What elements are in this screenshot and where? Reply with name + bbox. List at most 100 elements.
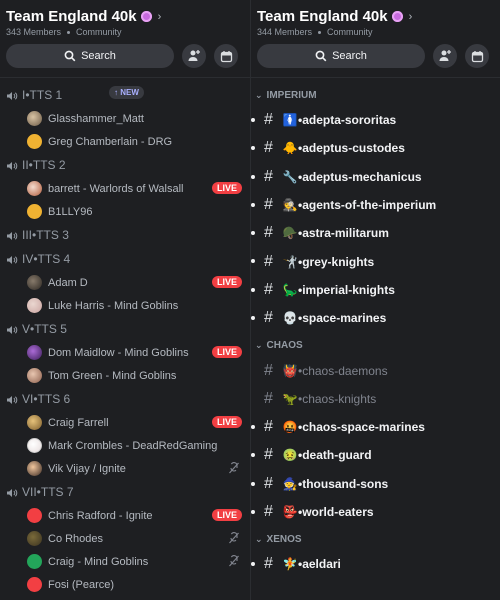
- voice-user[interactable]: Craig - Mind Goblins: [6, 550, 250, 573]
- text-channel[interactable]: # 🦕 •imperial-knights: [251, 276, 500, 304]
- channel-name: •chaos-space-marines: [298, 420, 425, 435]
- new-badge[interactable]: ↑ NEW: [109, 86, 144, 99]
- text-channel[interactable]: # 👺 •world-eaters: [251, 498, 500, 526]
- channel-emoji: 🤢: [282, 448, 298, 463]
- chevron-right-icon[interactable]: ›: [409, 11, 413, 23]
- hash-icon: #: [264, 474, 273, 492]
- category-name: CHAOS: [266, 340, 303, 352]
- text-channel[interactable]: # 🧚 •aeldari: [251, 550, 500, 578]
- voice-user[interactable]: Luke Harris - Mind Goblins: [6, 294, 250, 317]
- text-channel[interactable]: # 🕵 •agents-of-the-imperium: [251, 191, 500, 219]
- voice-user[interactable]: Glasshammer_Matt: [6, 107, 250, 130]
- voice-channel[interactable]: VI•TTS 6: [6, 387, 250, 411]
- voice-user[interactable]: barrett - Warlords of Walsall LIVE: [6, 177, 250, 200]
- voice-channel-name: VI•TTS 6: [22, 392, 71, 406]
- voice-channel-name: VII•TTS 7: [22, 485, 74, 499]
- avatar: [27, 204, 42, 219]
- text-channel[interactable]: # 🦖 •chaos-knights: [251, 385, 500, 413]
- channel-name: •adepta-sororitas: [298, 113, 397, 128]
- voice-user[interactable]: Mark Crombles - DeadRedGaming: [6, 434, 250, 457]
- voice-user[interactable]: Fosi (Pearce): [6, 573, 250, 596]
- text-channel-list: ⌄ IMPERIUM # 🚺 •adepta-sororitas # 🐥 •adeptus-c…: [251, 78, 500, 578]
- category-header[interactable]: ⌄ XENOS: [251, 529, 500, 550]
- voice-channel[interactable]: I•TTS 1 ↑ NEW: [6, 83, 250, 107]
- avatar: [27, 275, 42, 290]
- server-header[interactable]: Team England 40k › 344 Members Community…: [251, 0, 500, 78]
- calendar-icon: [220, 50, 232, 62]
- voice-user[interactable]: Co Rhodes: [6, 527, 250, 550]
- voice-user[interactable]: Greg Chamberlain - DRG: [6, 130, 250, 153]
- invite-button[interactable]: [182, 44, 206, 68]
- voice-user-name: B1LLY96: [48, 205, 93, 218]
- server-header[interactable]: Team England 40k › 343 Members Community…: [0, 0, 250, 78]
- chevron-right-icon[interactable]: ›: [158, 11, 162, 23]
- avatar: [27, 438, 42, 453]
- text-channel[interactable]: # 🧙 •thousand-sons: [251, 470, 500, 498]
- text-channel[interactable]: # 🤬 •chaos-space-marines: [251, 413, 500, 441]
- search-label: Search: [81, 50, 116, 62]
- text-channel[interactable]: # 💀 •space-marines: [251, 304, 500, 332]
- channel-name: •astra-militarum: [298, 226, 389, 241]
- avatar: [27, 181, 42, 196]
- category-header[interactable]: ⌄ CHAOS: [251, 335, 500, 356]
- live-badge[interactable]: LIVE: [211, 182, 242, 194]
- voice-channel[interactable]: III•TTS 3: [6, 223, 250, 247]
- server-name[interactable]: Team England 40k: [6, 8, 137, 25]
- text-channel[interactable]: # 🚺 •adepta-sororitas: [251, 106, 500, 134]
- search-icon: [315, 50, 327, 62]
- text-channel[interactable]: # 🔧 •adeptus-mechanicus: [251, 163, 500, 191]
- voice-user[interactable]: Craig Farrell LIVE: [6, 411, 250, 434]
- mute-icon: [228, 462, 240, 474]
- live-badge[interactable]: LIVE: [211, 509, 242, 521]
- voice-channel[interactable]: VII•TTS 7: [6, 480, 250, 504]
- hash-icon: #: [264, 139, 273, 157]
- avatar: [27, 508, 42, 523]
- unread-indicator: [251, 259, 255, 264]
- live-badge[interactable]: LIVE: [211, 416, 242, 428]
- speaker-icon: [6, 230, 18, 240]
- voice-channel[interactable]: II•TTS 2: [6, 153, 250, 177]
- search-button[interactable]: Search: [257, 44, 425, 68]
- avatar: [27, 415, 42, 430]
- unread-indicator: [251, 481, 255, 486]
- voice-user[interactable]: Dom Maidlow - Mind Goblins LIVE: [6, 341, 250, 364]
- live-badge[interactable]: LIVE: [211, 276, 242, 288]
- search-button[interactable]: Search: [6, 44, 174, 68]
- events-button[interactable]: [465, 44, 489, 68]
- text-channel[interactable]: # 🪖 •astra-militarum: [251, 219, 500, 247]
- voice-user[interactable]: Chris Radford - Ignite LIVE: [6, 504, 250, 527]
- member-count: 343 Members: [6, 27, 62, 37]
- voice-channel[interactable]: V•TTS 5: [6, 317, 250, 341]
- unread-indicator: [251, 424, 255, 429]
- voice-user-name: Greg Chamberlain - DRG: [48, 135, 173, 148]
- hash-icon: #: [264, 196, 273, 214]
- text-channel[interactable]: # 🤺 •grey-knights: [251, 247, 500, 275]
- live-badge[interactable]: LIVE: [211, 346, 242, 358]
- invite-button[interactable]: [433, 44, 457, 68]
- voice-user-name: Vik Vijay / Ignite: [48, 462, 126, 475]
- text-channel[interactable]: # 🤢 •death-guard: [251, 441, 500, 469]
- voice-user[interactable]: Tom Green - Mind Goblins: [6, 364, 250, 387]
- speaker-icon: [6, 254, 18, 264]
- voice-channel[interactable]: IV•TTS 4: [6, 247, 250, 271]
- text-channel[interactable]: # 🐥 •adeptus-custodes: [251, 134, 500, 162]
- category-header[interactable]: ⌄ IMPERIUM: [251, 85, 500, 106]
- hash-icon: #: [264, 418, 273, 436]
- server-name[interactable]: Team England 40k: [257, 8, 388, 25]
- text-channel[interactable]: # 👹 •chaos-daemons: [251, 356, 500, 384]
- avatar: [27, 577, 42, 592]
- right-server-pane: Team England 40k › 344 Members Community…: [251, 0, 500, 600]
- voice-user-name: Chris Radford - Ignite: [48, 509, 153, 522]
- voice-user-name: Mark Crombles - DeadRedGaming: [48, 439, 218, 452]
- voice-user[interactable]: Adam D LIVE: [6, 271, 250, 294]
- channel-name: •imperial-knights: [298, 282, 395, 297]
- channel-emoji: 👹: [282, 363, 298, 378]
- avatar: [27, 368, 42, 383]
- voice-user[interactable]: B1LLY96: [6, 200, 250, 223]
- voice-user[interactable]: Vik Vijay / Ignite: [6, 457, 250, 480]
- hash-icon: #: [264, 280, 273, 298]
- voice-user-name: Luke Harris - Mind Goblins: [48, 299, 179, 312]
- voice-user-name: barrett - Warlords of Walsall: [48, 182, 184, 195]
- events-button[interactable]: [214, 44, 238, 68]
- hash-icon: #: [264, 446, 273, 464]
